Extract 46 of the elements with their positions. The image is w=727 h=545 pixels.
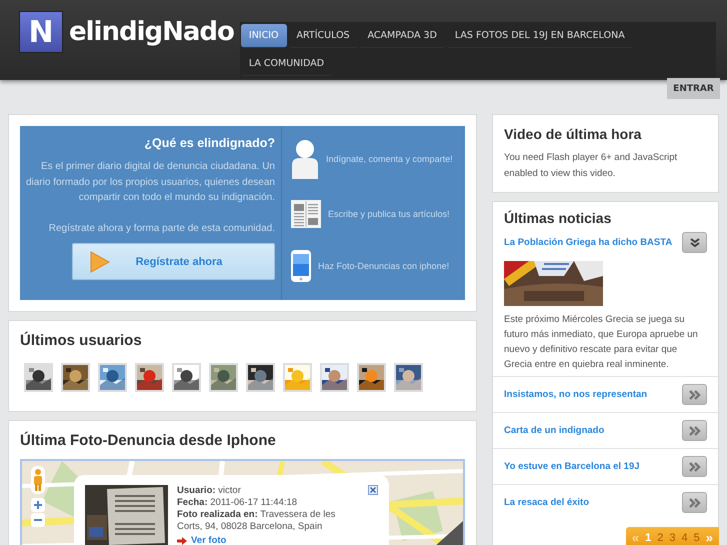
news-link[interactable]: La resaca del éxito [504,497,590,508]
nav-tab[interactable]: LA COMUNIDAD [240,52,332,76]
person-icon [290,139,320,180]
page-link[interactable]: 1 [645,532,652,544]
intro-cta-text: Regístrate ahora y forma parte de esta comunidad. [48,222,275,236]
feature-text: Indígnate, comenta y comparte! [326,154,453,164]
chevrons-right-icon [688,462,700,472]
news-excerpt: Este próximo Miércoles Grecia se juega su futuro más inmediato, que Europa apruebe un nuevo y definitivo rescate para evitar que Grecia entre en quiebra real inminente. [504,313,699,372]
logo-letter: N [19,11,63,53]
news-link[interactable]: Carta de un indignado [504,425,604,436]
nav-tab[interactable]: ACAMPADA 3D [360,24,445,48]
news-link[interactable]: Yo estuve en Barcelona el 19J [504,461,640,472]
expand-button[interactable] [682,232,707,253]
intro-title: ¿Qué es elindignado? [144,136,275,150]
video-message: You need Flash player 6+ and JavaScript enabled to view this video. [504,151,678,180]
news-link[interactable]: La Población Griega ha dicho BASTA [504,237,672,248]
newspaper-icon [290,198,322,230]
nav-tab[interactable]: INICIO [240,24,287,48]
section-title: Video de última hora [504,126,642,142]
chevrons-down-icon [690,238,700,248]
expand-button[interactable] [682,492,707,513]
play-icon [90,250,110,272]
page-link[interactable]: 3 [669,532,676,544]
feature-text: Haz Foto-Denuncias con iphone! [318,260,450,271]
expand-button[interactable] [682,420,707,441]
chevrons-right-icon [688,498,700,508]
page-link[interactable]: 5 [694,532,700,544]
intro-text: Es el primer diario digital de denuncia ciudadana. Un diario formado por los propios usuarios, quienes desean compartir con todo el mundo su indignación. [24,160,275,205]
login-button[interactable]: ENTRAR [667,78,720,99]
page-link[interactable]: 2 [657,532,664,544]
chevrons-right-icon [688,426,700,436]
expand-button[interactable] [682,456,707,477]
section-title: Última Foto-Denuncia desde Iphone [20,432,277,449]
chevrons-right-icon [688,390,700,400]
page-link[interactable]: 4 [682,532,688,544]
news-link[interactable]: Insistamos, no nos representan [504,389,648,400]
nav-tab[interactable]: ARTÍCULOS [288,24,358,48]
feature-text: Escribe y publica tus artículos! [328,208,450,219]
nav-tab[interactable]: LAS FOTOS DEL 19J EN BARCELONA [446,24,633,48]
next-page-link[interactable]: » [706,530,713,545]
register-button[interactable]: Regístrate ahora [72,243,275,280]
phone-icon [290,248,312,283]
logo-text: elindigNado [69,17,234,47]
expand-button[interactable] [682,384,707,405]
section-title: Últimas noticias [504,210,612,226]
section-title: Últimos usuarios [20,332,143,349]
